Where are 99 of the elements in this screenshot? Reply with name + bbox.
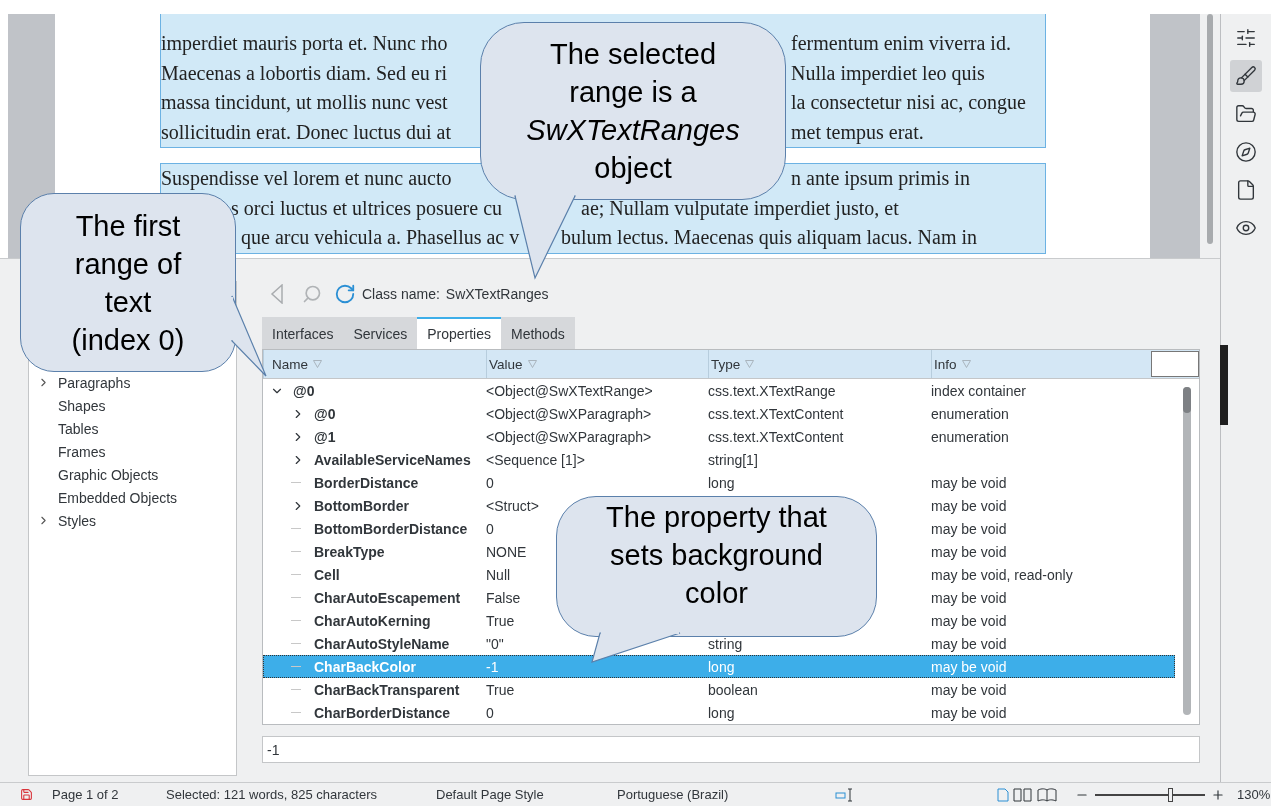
property-info: enumeration — [931, 428, 1009, 445]
property-type: long — [708, 474, 735, 491]
speech-bubble: The selected range is a SwXTextRanges object — [480, 22, 786, 200]
property-info: may be void, read-only — [931, 566, 1073, 583]
sidebar-handle[interactable] — [1220, 345, 1228, 425]
property-value: -1 — [486, 658, 499, 675]
document-text: Nulla imperdiet leo quis — [791, 61, 985, 85]
tab[interactable]: Services — [343, 317, 418, 349]
document-text: Suspendisse vel lorem et nunc aucto — [161, 167, 452, 191]
property-type: long — [708, 704, 735, 721]
property-info: may be void — [931, 658, 1007, 675]
property-info: index container — [931, 382, 1026, 399]
document-text: Maecenas a lobortis diam. Sed eu ri — [161, 61, 448, 85]
save-icon[interactable] — [20, 788, 33, 801]
document-text: imperdiet mauris porta et. Nunc rho — [161, 32, 448, 56]
property-type: css.text.XTextRange — [708, 382, 836, 399]
page-style[interactable]: Default Page Style — [436, 787, 544, 802]
property-type: boolean — [708, 681, 758, 698]
property-name: BorderDistance — [314, 474, 419, 491]
refresh-icon[interactable] — [334, 283, 356, 305]
property-value: 0 — [486, 474, 494, 491]
property-value: True — [486, 612, 515, 629]
language[interactable]: Portuguese (Brazil) — [617, 787, 729, 802]
property-type: css.text.XTextContent — [708, 405, 844, 422]
property-name: BreakType — [314, 543, 385, 560]
scrollbar[interactable] — [1183, 387, 1191, 715]
scrollbar[interactable] — [1200, 14, 1220, 258]
tree-item[interactable]: Tables — [58, 420, 99, 437]
property-info: may be void — [931, 681, 1007, 698]
property-info: may be void — [931, 612, 1007, 629]
property-name: @0 — [293, 382, 315, 399]
class-name-value: SwXTextRanges — [445, 286, 549, 302]
tab[interactable]: Methods — [501, 317, 575, 349]
property-name: @1 — [314, 428, 336, 445]
book-icon[interactable] — [1037, 787, 1057, 802]
property-info: may be void — [931, 520, 1007, 537]
property-type: css.text.XTextContent — [708, 428, 844, 445]
tree-item[interactable]: Frames — [58, 443, 106, 460]
tree-item[interactable]: Paragraphs — [58, 374, 131, 391]
document-text: que arcu vehicula a. Phasellus ac v — [241, 226, 520, 250]
property-value: <Object@SwXParagraph> — [486, 405, 652, 422]
column-header[interactable]: Value — [489, 356, 523, 372]
zoom-level[interactable]: 130% — [1237, 787, 1271, 802]
property-value: Null — [486, 566, 511, 583]
property-value: <Struct> — [486, 497, 539, 514]
document-text: sollicitudin erat. Donec luctus dui at — [161, 120, 451, 144]
document-text: n ante ipsum primis in — [791, 167, 970, 191]
property-info: may be void — [931, 589, 1007, 606]
property-value: 0 — [486, 520, 494, 537]
property-value: True — [486, 681, 515, 698]
tree-item[interactable]: Graphic Objects — [58, 466, 159, 483]
word-count: Selected: 121 words, 825 characters — [166, 787, 377, 802]
property-value: <Object@SwXTextRange> — [486, 382, 653, 399]
tab[interactable]: Properties — [417, 317, 501, 349]
property-info: may be void — [931, 635, 1007, 652]
document-text: fermentum enim viverra id. — [791, 32, 1011, 56]
property-name: CharAutoEscapement — [314, 589, 461, 606]
document-text: massa tincidunt, ut mollis nunc vest — [161, 91, 448, 115]
property-type: string — [708, 635, 743, 652]
selection-mode-icon[interactable] — [835, 787, 855, 802]
zoom-slider-thumb[interactable] — [1167, 787, 1173, 802]
property-name: BottomBorderDistance — [314, 520, 468, 537]
property-name: @0 — [314, 405, 336, 422]
property-name: CharBackTransparent — [314, 681, 460, 698]
property-name: AvailableServiceNames — [314, 451, 471, 468]
document-text: la consectetur nisi ac, congue — [791, 91, 1026, 115]
column-header[interactable]: Type — [711, 356, 741, 372]
property-info: may be void — [931, 497, 1007, 514]
property-name: Cell — [314, 566, 340, 583]
property-name: CharAutoKerning — [314, 612, 431, 629]
property-name: CharAutoStyleName — [314, 635, 450, 652]
property-name: CharBorderDistance — [314, 704, 451, 721]
document-text: bulum lectus. Maecenas quis aliquam lacus. Nam in — [561, 226, 977, 250]
column-header[interactable]: Info — [934, 356, 957, 372]
column-header[interactable]: Name — [272, 356, 308, 372]
zoom-in-icon[interactable] — [1211, 787, 1225, 802]
document-text: met tempus erat. — [791, 120, 924, 144]
property-type: string[1] — [708, 451, 758, 468]
property-info: may be void — [931, 543, 1007, 560]
page-count[interactable]: Page 1 of 2 — [52, 787, 119, 802]
property-value: 0 — [486, 704, 494, 721]
property-type: long — [708, 658, 735, 675]
property-info: enumeration — [931, 405, 1009, 422]
property-value: "0" — [486, 635, 504, 652]
multi-page-icon[interactable] — [1013, 787, 1033, 802]
tree-item[interactable]: Styles — [58, 512, 97, 529]
property-value: <Sequence [1]> — [486, 451, 585, 468]
property-value: False — [486, 589, 521, 606]
class-name-label: Class name: — [362, 286, 440, 302]
property-info: may be void — [931, 474, 1007, 491]
tab[interactable]: Interfaces — [262, 317, 344, 349]
property-value: <Object@SwXParagraph> — [486, 428, 652, 445]
property-name: BottomBorder — [314, 497, 409, 514]
property-name: CharBackColor — [314, 658, 416, 675]
tree-item[interactable]: Embedded Objects — [58, 489, 178, 506]
tree-item[interactable]: Shapes — [58, 397, 106, 414]
value-field[interactable]: -1 — [262, 736, 1200, 763]
property-value: NONE — [486, 543, 527, 560]
property-info: may be void — [931, 704, 1007, 721]
